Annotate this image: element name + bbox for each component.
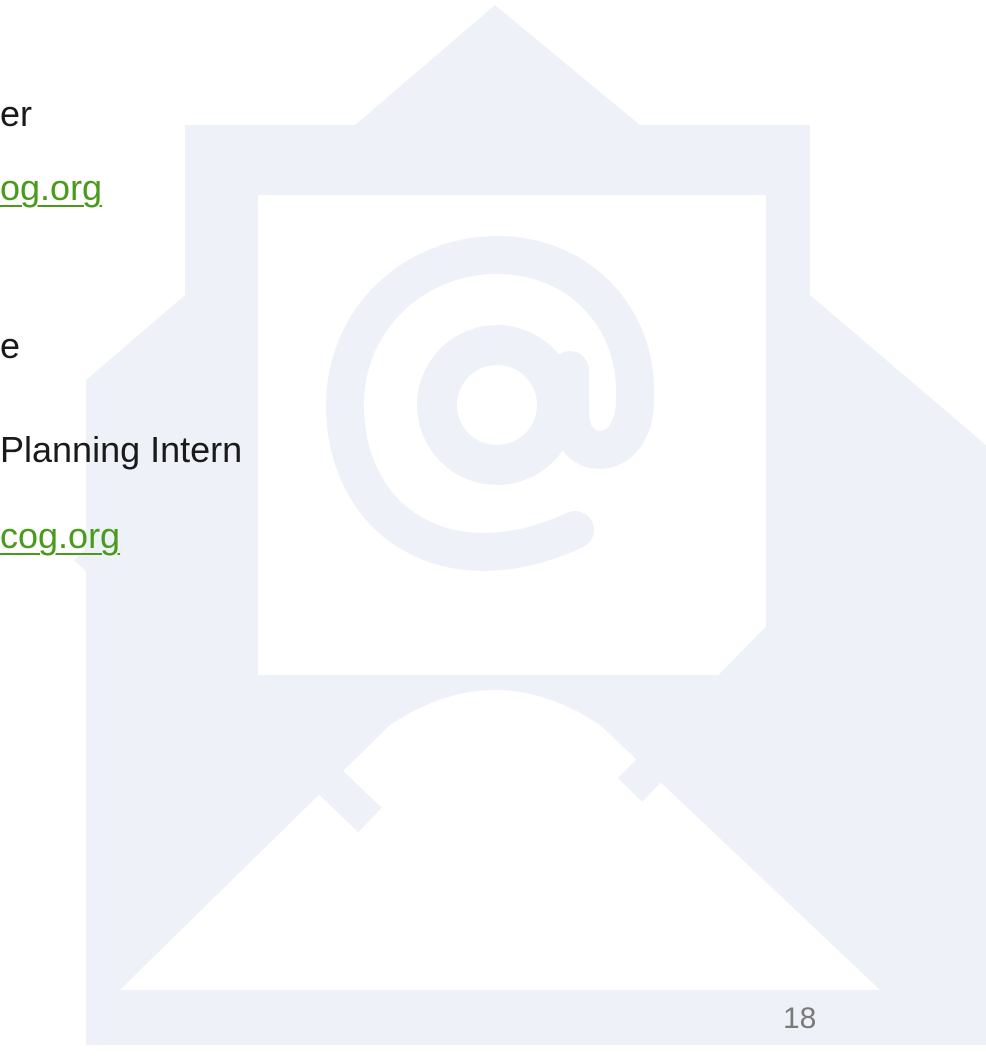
- contact-name-fragment: e: [0, 325, 21, 366]
- contact-email-link[interactable]: og.org: [0, 168, 102, 208]
- contact-slide: er og.org e Planning Intern cog.org 18: [0, 0, 986, 1062]
- contact-email-link[interactable]: cog.org: [0, 516, 120, 556]
- slide-number: 18: [783, 1002, 817, 1035]
- contact-title-fragment: er: [0, 93, 33, 134]
- contact-title-fragment: Planning Intern: [0, 429, 243, 470]
